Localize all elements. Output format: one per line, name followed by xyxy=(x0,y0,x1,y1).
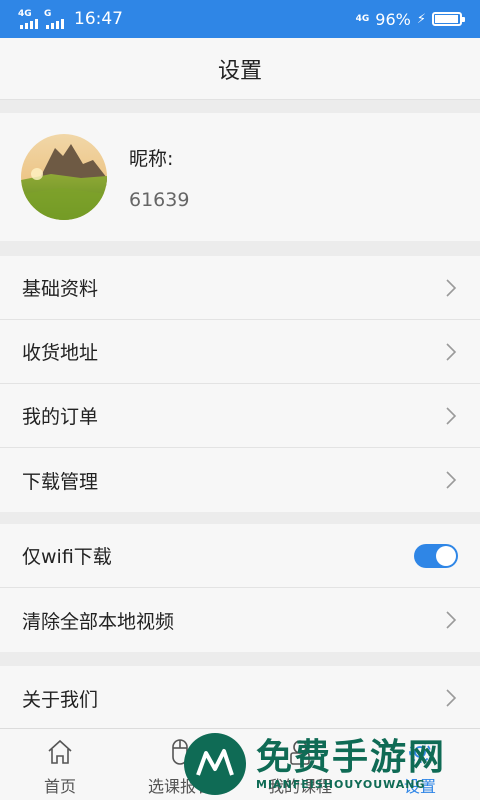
battery-icon xyxy=(432,12,465,26)
status-bar: 4G G 16:47 4G 96% ⚡ xyxy=(0,0,480,38)
menu-item-clear-videos[interactable]: 清除全部本地视频 xyxy=(0,588,480,652)
menu-item-basic-info[interactable]: 基础资料 xyxy=(0,256,480,320)
tab-label: 首页 xyxy=(43,777,76,796)
menu-item-shipping-address[interactable]: 收货地址 xyxy=(0,320,480,384)
chevron-right-icon xyxy=(446,689,457,707)
network-type-right: 4G xyxy=(355,14,370,24)
charging-icon: ⚡ xyxy=(416,11,426,27)
menu-item-label: 下载管理 xyxy=(22,470,99,493)
toggle-knob xyxy=(436,545,456,566)
menu-group-account: 基础资料 收货地址 我的订单 下载管理 xyxy=(0,256,480,512)
page-header: 设置 xyxy=(0,38,480,100)
menu-item-about-us[interactable]: 关于我们 xyxy=(0,666,480,730)
clear-videos-label: 清除全部本地视频 xyxy=(22,610,175,633)
menu-item-label: 基础资料 xyxy=(22,278,99,300)
tab-label: 我的课程 xyxy=(267,777,332,796)
gear-icon xyxy=(409,741,431,763)
page-title: 设置 xyxy=(217,58,262,84)
network-type-2: G xyxy=(44,8,52,19)
menu-item-my-orders[interactable]: 我的订单 xyxy=(0,384,480,448)
menu-item-download-management[interactable]: 下载管理 xyxy=(0,448,480,512)
mouse-icon xyxy=(172,739,188,765)
course-icon xyxy=(290,740,310,765)
tab-my-courses[interactable]: 我的课程 xyxy=(240,729,360,800)
network-type-1: 4G xyxy=(18,8,32,19)
bottom-tab-bar: 首页 选课报名 我的课程 设置 xyxy=(0,728,480,800)
chevron-right-icon xyxy=(446,406,457,425)
battery-percent: 96% xyxy=(375,9,411,29)
wifi-only-label: 仅wifi下载 xyxy=(22,546,112,568)
menu-item-label: 我的订单 xyxy=(22,406,99,428)
chevron-right-icon xyxy=(446,278,457,297)
chevron-right-icon xyxy=(446,611,457,629)
home-icon xyxy=(48,739,72,764)
menu-group-about: 关于我们 xyxy=(0,666,480,730)
user-id: 61639 xyxy=(129,188,190,211)
about-us-label: 关于我们 xyxy=(22,688,99,711)
tab-course-signup[interactable]: 选课报名 xyxy=(120,729,240,800)
status-time: 16:47 xyxy=(74,9,123,29)
menu-group-download: 仅wifi下载 清除全部本地视频 xyxy=(0,524,480,652)
signal-indicator: 4G G xyxy=(18,8,64,29)
chevron-right-icon xyxy=(446,471,457,489)
menu-item-label: 收货地址 xyxy=(22,342,99,364)
tab-settings[interactable]: 设置 xyxy=(360,729,480,800)
wifi-only-toggle[interactable] xyxy=(414,543,458,568)
tab-label: 选课报名 xyxy=(147,777,212,796)
chevron-right-icon xyxy=(446,342,457,361)
avatar[interactable] xyxy=(21,134,107,220)
menu-item-wifi-only: 仅wifi下载 xyxy=(0,524,480,588)
profile-card[interactable]: 昵称: 61639 xyxy=(0,113,480,241)
nickname-label: 昵称: xyxy=(129,147,174,170)
tab-label: 设置 xyxy=(403,777,436,796)
tab-home[interactable]: 首页 xyxy=(0,729,120,800)
